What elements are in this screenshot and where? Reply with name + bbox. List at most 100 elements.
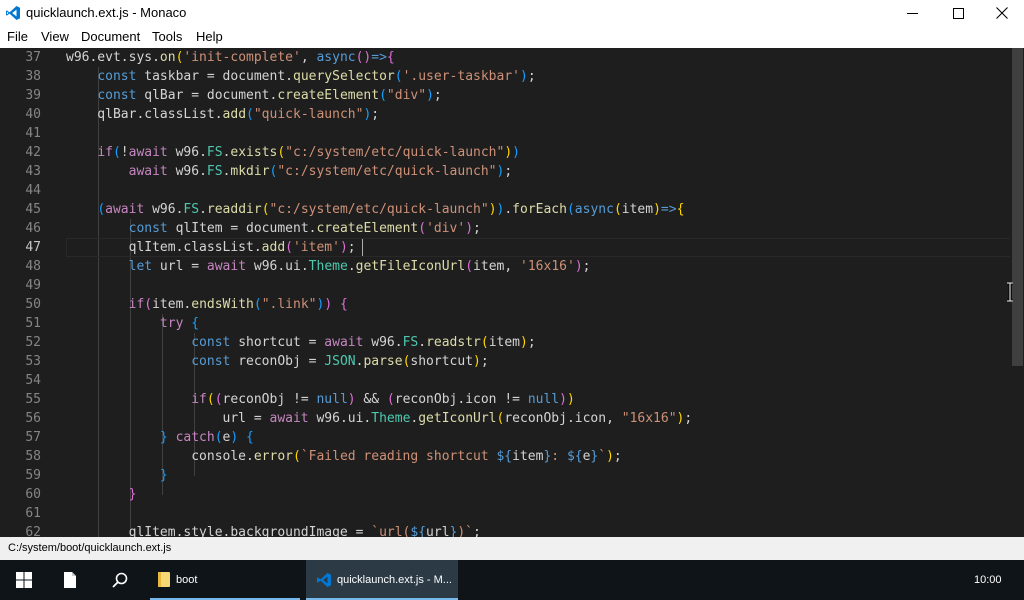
line-number: 48 xyxy=(25,259,41,274)
code-line: 61 xyxy=(0,504,1010,523)
code-line: 58 console.error(`Failed reading shortcu… xyxy=(0,447,1010,466)
code-text: qlItem.style.backgroundImage = `url(${ur… xyxy=(66,525,481,537)
code-line: 59 } xyxy=(0,466,1010,485)
code-text: if((reconObj != null) && (reconObj.icon … xyxy=(191,392,575,407)
line-number: 44 xyxy=(25,183,41,198)
code-line: 48 let url = await w96.ui.Theme.getFileI… xyxy=(0,257,1010,276)
code-text: } xyxy=(128,487,137,502)
code-line: 53 const reconObj = JSON.parse(shortcut)… xyxy=(0,352,1010,371)
code-text: url = await w96.ui.Theme.getIconUrl(reco… xyxy=(66,411,693,426)
line-number: 47 xyxy=(25,240,41,255)
code-text: const shortcut = await w96.FS.readstr(it… xyxy=(191,335,536,350)
line-number: 45 xyxy=(25,202,41,217)
code-line: 37 w96.evt.sys.on('init-complete', async(… xyxy=(0,48,1010,67)
code-line: 60 } xyxy=(0,485,1010,504)
code-editor[interactable]: 37 w96.evt.sys.on('init-complete', async(… xyxy=(0,48,1024,537)
windows-logo-icon xyxy=(16,572,32,588)
taskbar-item-label: boot xyxy=(176,574,198,586)
menu-document[interactable]: Document xyxy=(81,29,140,45)
code-text: if(item.endsWith(".link")) { xyxy=(128,297,348,312)
line-number: 60 xyxy=(25,487,41,502)
line-number: 59 xyxy=(25,468,41,483)
code-line: 41 xyxy=(0,124,1010,143)
code-text: } catch(e) { xyxy=(159,430,254,445)
line-number: 52 xyxy=(25,335,41,350)
code-line: 45 (await w96.FS.readdir("c:/system/etc/… xyxy=(0,200,1010,219)
line-number: 54 xyxy=(25,373,41,388)
vscode-icon xyxy=(317,573,331,587)
folder-icon xyxy=(158,572,170,587)
code-text: if(!await w96.FS.exists("c:/system/etc/q… xyxy=(97,145,520,160)
line-number: 50 xyxy=(25,297,41,312)
taskbar-item-boot[interactable]: boot xyxy=(150,560,300,600)
code-line: 57 } catch(e) { xyxy=(0,428,1010,447)
line-number: 62 xyxy=(25,525,41,537)
file-icon xyxy=(64,572,76,588)
search-icon xyxy=(112,572,128,588)
code-line: 42 if(!await w96.FS.exists("c:/system/et… xyxy=(0,143,1010,162)
code-text: let url = await w96.ui.Theme.getFileIcon… xyxy=(128,259,591,274)
line-number: 53 xyxy=(25,354,41,369)
code-text: w96.evt.sys.on('init-complete', async()=… xyxy=(66,50,395,65)
menu-file[interactable]: File xyxy=(7,29,28,45)
code-text: console.error(`Failed reading shortcut $… xyxy=(66,449,622,464)
code-line: 55 if((reconObj != null) && (reconObj.ic… xyxy=(0,390,1010,409)
ibeam-cursor-icon xyxy=(1007,282,1013,302)
title-bar: quicklaunch.ext.js - Monaco xyxy=(0,0,1024,26)
window-title: quicklaunch.ext.js - Monaco xyxy=(26,5,187,20)
code-line: 52 const shortcut = await w96.FS.readstr… xyxy=(0,333,1010,352)
status-bar: C:/system/boot/quicklaunch.ext.js xyxy=(0,537,1024,560)
code-text: const taskbar = document.querySelector('… xyxy=(97,69,536,84)
scrollbar-thumb[interactable] xyxy=(1012,48,1023,366)
line-number: 57 xyxy=(25,430,41,445)
code-line: 56 url = await w96.ui.Theme.getIconUrl(r… xyxy=(0,409,1010,428)
menu-view[interactable]: View xyxy=(41,29,69,45)
minimize-button[interactable] xyxy=(889,0,935,26)
text-cursor xyxy=(362,239,363,256)
file-path: C:/system/boot/quicklaunch.ext.js xyxy=(8,542,172,554)
code-line-current: 47 qlItem.classList.add('item'); xyxy=(0,238,1012,257)
code-text: } xyxy=(159,468,168,483)
close-button[interactable] xyxy=(979,0,1024,26)
code-line: 40 qlBar.classList.add("quick-launch"); xyxy=(0,105,1010,124)
code-text: qlBar.classList.add("quick-launch"); xyxy=(66,107,380,122)
code-text: await w96.FS.mkdir("c:/system/etc/quick-… xyxy=(128,164,513,179)
code-text: try { xyxy=(159,316,200,331)
line-number: 41 xyxy=(25,126,41,141)
taskbar: boot quicklaunch.ext.js - M... 10:00 xyxy=(0,560,1024,600)
line-number: 37 xyxy=(25,50,41,65)
search-button[interactable] xyxy=(100,560,140,600)
taskbar-item-label: quicklaunch.ext.js - M... xyxy=(337,574,452,586)
menu-help[interactable]: Help xyxy=(196,29,223,45)
line-number: 43 xyxy=(25,164,41,179)
code-text: const qlItem = document.createElement('d… xyxy=(128,221,481,236)
file-launcher-button[interactable] xyxy=(52,560,88,600)
vscode-icon xyxy=(6,6,20,20)
line-number: 61 xyxy=(25,506,41,521)
close-icon xyxy=(996,7,1008,19)
code-line: 44 xyxy=(0,181,1010,200)
code-line: 50 if(item.endsWith(".link")) { xyxy=(0,295,1010,314)
line-number: 46 xyxy=(25,221,41,236)
start-button[interactable] xyxy=(0,560,48,600)
code-text: const qlBar = document.createElement("di… xyxy=(97,88,442,103)
taskbar-clock[interactable]: 10:00 xyxy=(974,573,1002,587)
line-number: 55 xyxy=(25,392,41,407)
maximize-icon xyxy=(952,7,964,19)
line-number: 42 xyxy=(25,145,41,160)
minimize-icon xyxy=(906,12,918,14)
code-line: 49 xyxy=(0,276,1010,295)
code-line: 51 try { xyxy=(0,314,1010,333)
code-text: qlItem.classList.add('item'); xyxy=(66,240,356,255)
code-line: 62 qlItem.style.backgroundImage = `url($… xyxy=(0,523,1010,537)
code-line: 43 await w96.FS.mkdir("c:/system/etc/qui… xyxy=(0,162,1010,181)
code-line: 38 const taskbar = document.querySelecto… xyxy=(0,67,1010,86)
menu-tools[interactable]: Tools xyxy=(152,29,182,45)
taskbar-item-quicklaunch[interactable]: quicklaunch.ext.js - M... xyxy=(306,560,458,600)
line-number: 39 xyxy=(25,88,41,103)
line-number: 49 xyxy=(25,278,41,293)
menu-bar: File View Document Tools Help xyxy=(0,26,1024,48)
code-line: 54 xyxy=(0,371,1010,390)
maximize-button[interactable] xyxy=(935,0,981,26)
line-number: 56 xyxy=(25,411,41,426)
